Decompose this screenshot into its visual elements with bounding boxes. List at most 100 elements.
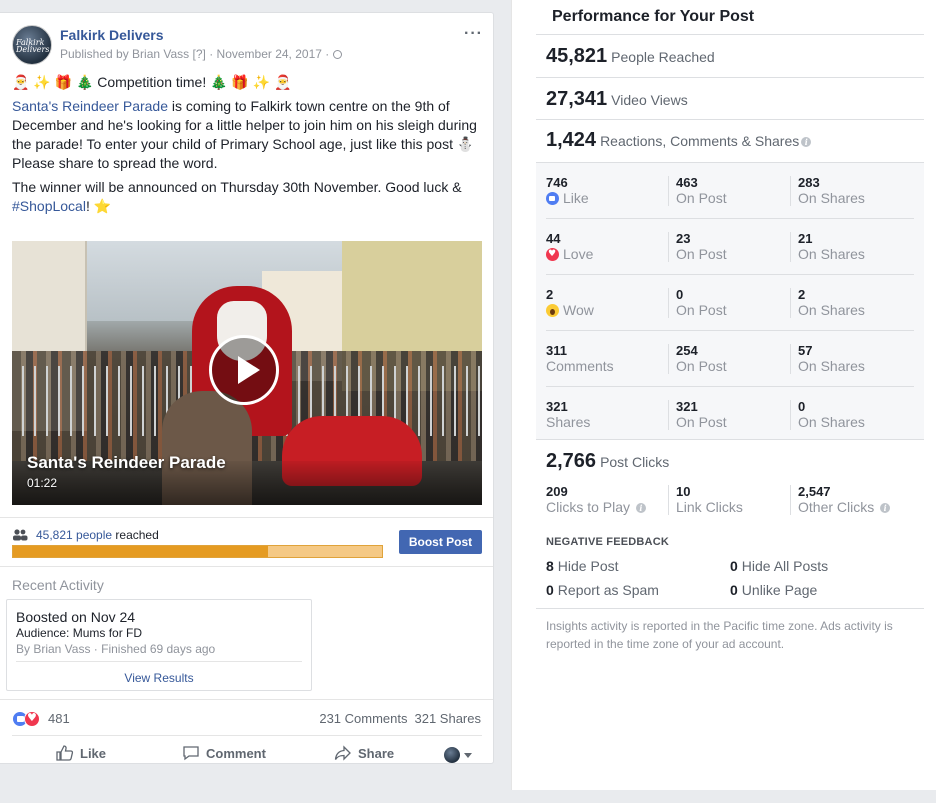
like-button[interactable]: Like	[56, 745, 106, 761]
page-avatar-small	[444, 747, 460, 763]
divider	[0, 699, 493, 700]
globe-icon	[332, 50, 342, 59]
comments-on-post-cell: 254 On Post	[668, 344, 727, 374]
love-on-post-cell: 23 On Post	[668, 232, 727, 262]
post-as-selector[interactable]	[444, 747, 476, 763]
like-total: 746	[546, 175, 568, 190]
share-icon	[334, 745, 351, 761]
love-icon	[546, 246, 559, 262]
post-text-para-2-pre: The winner will be announced on Thursday…	[12, 179, 462, 195]
clicks-breakdown: 209 Clicks to Play i 10 Link Clicks 2,547 O…	[546, 485, 924, 519]
thumbs-up-icon	[56, 745, 74, 761]
like-on-post: 463	[676, 175, 698, 190]
like-icon	[546, 192, 559, 205]
on-post-caption: On Post	[676, 358, 727, 374]
wow-caption: Wow	[546, 302, 594, 318]
view-results-link[interactable]: View Results	[7, 671, 311, 685]
clicks-to-play-value: 209	[546, 484, 568, 499]
wow-on-shares: 2	[798, 287, 806, 302]
post-clicks-value: 2,766	[546, 450, 597, 472]
people-reached-value: 45,821	[546, 45, 608, 67]
love-caption: Love	[546, 246, 593, 262]
comment-button[interactable]: Comment	[182, 745, 266, 761]
comments-on-shares: 57	[798, 343, 813, 358]
post-text-line-1: 🎅 ✨ 🎁 🎄 Competition time! 🎄 🎁 ✨ 🎅	[12, 74, 292, 90]
people-icon	[13, 529, 28, 541]
reach-progress-fill	[13, 546, 268, 557]
wow-on-post-cell: 0 On Post	[668, 288, 727, 318]
comments-count-link[interactable]: 231 Comments	[319, 711, 407, 726]
video-player[interactable]: Santa's Reindeer Parade 01:22	[12, 241, 482, 505]
divider	[536, 119, 924, 120]
wow-caption-text: Wow	[563, 302, 594, 318]
like-total-cell: 746 Like	[546, 176, 589, 206]
hide-post-label: Hide Post	[557, 558, 619, 574]
people-reached-link[interactable]: 45,821 people	[36, 528, 112, 542]
page-name-link[interactable]: Falkirk Delivers	[60, 27, 164, 43]
shares-count-link[interactable]: 321 Shares	[415, 711, 482, 726]
like-label: Like	[80, 746, 107, 761]
wow-on-shares-cell: 2 On Shares	[790, 288, 865, 318]
divider	[0, 517, 493, 518]
love-on-shares-cell: 21 On Shares	[790, 232, 865, 262]
info-icon[interactable]: i	[801, 137, 812, 147]
on-shares-caption: On Shares	[798, 302, 865, 318]
divider	[536, 608, 924, 609]
comments-on-post: 254	[676, 343, 698, 358]
on-post-caption: On Post	[676, 190, 727, 206]
on-shares-caption: On Shares	[798, 246, 865, 262]
divider	[536, 34, 924, 35]
love-total: 44	[546, 231, 561, 246]
shares-on-post: 321	[676, 399, 698, 414]
more-options-icon[interactable]: ···	[464, 25, 483, 43]
report-spam-value: 0	[546, 582, 554, 598]
reach-suffix: reached	[112, 528, 159, 542]
avatar-logo-text: Falkirk Delivers	[16, 38, 50, 54]
post-text-para-2-post: ! ⭐	[85, 198, 112, 214]
link-clicks-cell: 10 Link Clicks	[668, 485, 743, 515]
on-post-caption: On Post	[676, 302, 727, 318]
divider	[536, 77, 924, 78]
video-views-label: Video Views	[611, 92, 688, 108]
caret-down-icon	[464, 753, 472, 758]
insights-footnote: Insights activity is reported in the Pac…	[546, 619, 893, 651]
post-actions: Like Comment Share	[12, 741, 482, 771]
love-caption-text: Love	[563, 246, 594, 262]
post-text-para-2: The winner will be announced on Thursday…	[12, 178, 482, 216]
page-avatar[interactable]: Falkirk Delivers	[12, 25, 52, 65]
hide-all-stat: 0 Hide All Posts	[730, 558, 828, 574]
hide-all-label: Hide All Posts	[741, 558, 829, 574]
info-icon[interactable]: i	[880, 503, 891, 513]
divider	[0, 566, 493, 567]
on-shares-caption: On Shares	[798, 190, 865, 206]
comments-on-shares-cell: 57 On Shares	[790, 344, 865, 374]
clicks-to-play-label: Clicks to Play	[546, 499, 631, 515]
post-header: Falkirk Delivers Falkirk Delivers Publis…	[12, 25, 483, 69]
reach-progress-bar	[12, 545, 383, 558]
shoplocal-hashtag[interactable]: #ShopLocal	[12, 198, 86, 214]
like-on-shares: 283	[798, 175, 820, 190]
like-on-post-cell: 463 On Post	[668, 176, 727, 206]
comments-total-cell: 311 Comments	[546, 344, 614, 375]
other-clicks-value: 2,547	[798, 484, 831, 499]
love-reaction-icon	[24, 711, 40, 727]
breakdown-row-shares: 321 Shares 321 On Post 0 On Shares	[546, 387, 914, 443]
engagement-metric: 1,424 Reactions, Comments & Shares i	[546, 129, 812, 152]
shares-on-shares: 0	[798, 399, 806, 414]
boost-post-button[interactable]: Boost Post	[399, 530, 482, 554]
hide-post-value: 8	[546, 558, 554, 574]
share-button[interactable]: Share	[334, 745, 394, 761]
engagement-breakdown: 746Like 463On Post 283On Shares 44Love 2…	[536, 162, 924, 440]
info-icon[interactable]: i	[635, 503, 646, 513]
negative-feedback-title: NEGATIVE FEEDBACK	[546, 536, 669, 548]
people-reached-metric: 45,821 People Reached	[546, 45, 715, 68]
parade-link[interactable]: Santa's Reindeer Parade	[12, 98, 168, 114]
comments-caption: Comments	[546, 358, 614, 374]
post-clicks-label: Post Clicks	[600, 454, 670, 470]
post-meta-text: Published by Brian Vass [?] · November 2…	[60, 47, 333, 61]
report-spam-label: Report as Spam	[557, 582, 659, 598]
post-meta: Published by Brian Vass [?] · November 2…	[60, 47, 342, 61]
video-duration: 01:22	[27, 476, 58, 490]
on-shares-caption: On Shares	[798, 358, 865, 374]
play-icon[interactable]	[209, 335, 279, 405]
